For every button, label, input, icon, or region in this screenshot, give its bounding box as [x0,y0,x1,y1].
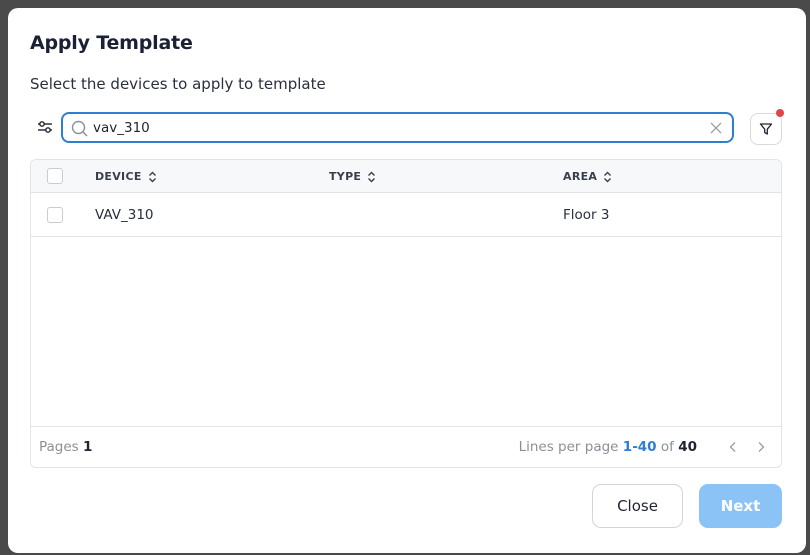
sort-icon [604,171,612,182]
apply-template-dialog: Apply Template Select the devices to app… [8,8,806,553]
next-button[interactable]: Next [699,484,782,528]
row-checkbox[interactable] [47,207,63,223]
table-footer: Pages 1 Lines per page 1-40 of 40 [31,426,781,467]
filter-button[interactable] [750,113,782,145]
search-input[interactable] [93,117,693,139]
sort-icon [368,171,376,182]
pages-indicator: Pages 1 [39,439,92,455]
table-row[interactable]: VAV_310 Floor 3 [31,193,781,237]
sort-icon [148,171,156,182]
search-icon [71,120,88,137]
select-all-checkbox[interactable] [47,168,63,184]
dialog-subtitle: Select the devices to apply to template [30,75,326,93]
lines-total: 40 [678,439,697,455]
close-button[interactable]: Close [592,484,683,528]
filter-icon [759,123,773,135]
cell-device: VAV_310 [95,207,154,223]
lines-label: Lines per page [518,439,619,455]
sliders-icon [38,121,52,133]
column-label: TYPE [329,170,362,183]
dialog-title: Apply Template [30,32,193,54]
search-box[interactable] [61,112,734,143]
pages-label: Pages [39,439,79,455]
devices-table: DEVICE TYPE AREA VAV_310 Floor 3 Pages 1… [30,159,782,468]
lines-per-page: Lines per page 1-40 of 40 [519,439,697,455]
column-label: AREA [563,170,598,183]
close-icon[interactable] [709,121,723,135]
prev-page-button[interactable] [725,439,741,455]
next-page-button[interactable] [753,439,769,455]
column-label: DEVICE [95,170,142,183]
chevron-right-icon [758,442,765,452]
chevron-left-icon [729,442,736,452]
adjust-columns-button[interactable] [30,112,60,142]
column-header-area[interactable]: AREA [563,160,612,193]
column-header-type[interactable]: TYPE [329,160,376,193]
table-header: DEVICE TYPE AREA [31,160,781,193]
cell-area: Floor 3 [563,207,610,223]
pages-value: 1 [83,439,93,455]
column-header-device[interactable]: DEVICE [95,160,157,193]
lines-range: 1-40 [622,439,657,455]
filter-active-badge [776,109,784,117]
lines-of: of [660,439,674,455]
